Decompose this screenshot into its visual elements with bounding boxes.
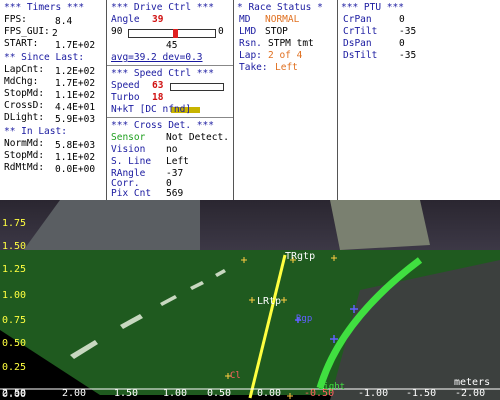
- speed-value: 63: [152, 80, 164, 91]
- vision-label: Vision: [111, 144, 146, 155]
- x-tick-150: 1.50: [114, 388, 139, 399]
- start-label: START:: [4, 38, 39, 49]
- fps-gui-value: 2: [52, 28, 58, 39]
- y-tick-025: 0.25: [2, 362, 27, 373]
- x-tick-000: 0.00: [257, 388, 282, 399]
- timers-panel: *** Timers *** FPS: 8.4 FPS_GUI: 2 START…: [0, 0, 106, 200]
- crossd-label: CrossD:: [4, 100, 45, 111]
- x-tick-050: 0.50: [207, 388, 232, 399]
- crpan-value: 0: [399, 14, 405, 25]
- start-value: 1.7E+02: [55, 40, 96, 51]
- rdmtmd-label: RdMtMd:: [4, 162, 45, 173]
- crossd-value: 4.4E+01: [55, 102, 96, 113]
- since-last-header: ** Since Last:: [4, 52, 85, 63]
- pixcnt-label: Pix Cnt: [111, 188, 152, 199]
- lapcnt-label: LapCnt:: [4, 64, 45, 75]
- stopmd-value: 1.1E+02: [55, 90, 96, 101]
- label-lrtp: LRtp: [257, 296, 282, 307]
- lapcnt-value: 1.2E+02: [55, 66, 96, 77]
- dstilt-value: -35: [399, 50, 417, 61]
- lmd-label: LMD: [239, 26, 257, 37]
- drive-panel: *** Drive Ctrl *** Angle 39 90 0 45 avg=…: [106, 0, 233, 200]
- stopmd2-label: StopMd:: [4, 150, 45, 161]
- nkt-text: N+kT [DC nfnd]: [111, 104, 192, 115]
- crtilt-label: CrTilt: [343, 26, 378, 37]
- x-tick-neg150: -1.50: [406, 388, 437, 399]
- label-rgtp: TRgtp: [285, 251, 316, 262]
- avg-dev-text: avg=39.2 dev=0.3: [111, 52, 203, 63]
- ptu-header: *** PTU ***: [341, 2, 404, 13]
- dspan-label: DsPan: [343, 38, 372, 49]
- crpan-label: CrPan: [343, 14, 372, 25]
- slider-max: 0: [218, 26, 224, 37]
- race-header: * Race Status *: [237, 2, 323, 13]
- mdchg-label: MdChg:: [4, 76, 39, 87]
- race-panel: * Race Status * MD NORMAL LMD STOP Rsn. …: [233, 0, 337, 200]
- y-tick-050: 0.50: [2, 338, 27, 349]
- stopmd-label: StopMd:: [4, 88, 45, 99]
- slider-thumb[interactable]: [173, 29, 178, 38]
- x-tick-250: 2.50: [2, 388, 27, 399]
- label-rgp: Rgp: [296, 314, 313, 324]
- speed-header: *** Speed Ctrl ***: [111, 68, 214, 79]
- normmd-label: NormMd:: [4, 138, 45, 149]
- dlight-label: DLight:: [4, 112, 45, 123]
- md-value: NORMAL: [265, 14, 300, 25]
- lap-label: Lap:: [239, 50, 262, 61]
- rsn-label: Rsn.: [239, 38, 262, 49]
- normmd-value: 5.8E+03: [55, 140, 96, 151]
- x-tick-neg200: -2.00: [455, 388, 486, 399]
- y-tick-075: 0.75: [2, 315, 27, 326]
- fps-gui-label: FPS_GUI:: [4, 26, 50, 37]
- dlight-value: 5.9E+03: [55, 114, 96, 125]
- take-label: Take:: [239, 62, 268, 73]
- ptu-panel: *** PTU *** CrPan 0 CrTilt -35 DsPan 0 D…: [337, 0, 500, 200]
- pixcnt-value: 569: [166, 188, 184, 199]
- vision-value: no: [166, 144, 178, 155]
- mdchg-value: 1.7E+02: [55, 78, 96, 89]
- crtilt-value: -35: [399, 26, 417, 37]
- sline-label: S. Line: [111, 156, 152, 167]
- dstilt-label: DsTilt: [343, 50, 378, 61]
- md-label: MD: [239, 14, 251, 25]
- angle-value: 39: [152, 14, 164, 25]
- background-object: [330, 200, 430, 250]
- y-tick-175: 1.75: [2, 218, 27, 229]
- cross-header: *** Cross Det. ***: [111, 120, 214, 131]
- unit-label: meters: [454, 377, 491, 388]
- y-tick-100: 1.00: [2, 290, 27, 301]
- x-tick-neg100: -1.00: [358, 388, 389, 399]
- fps-value: 8.4: [55, 16, 73, 27]
- turbo-value: 18: [152, 92, 164, 103]
- label-cl: Cl: [230, 371, 241, 381]
- fps-label: FPS:: [4, 14, 27, 25]
- take-value: Left: [275, 62, 298, 73]
- in-last-header: ** In Last:: [4, 126, 67, 137]
- sline-value: Left: [166, 156, 189, 167]
- rsn-value: STPM tmt: [268, 38, 314, 49]
- lap-value: 2 of 4: [268, 50, 303, 61]
- speed-bar: [170, 83, 224, 114]
- sensor-value: Not Detect.: [166, 132, 229, 143]
- camera-overlay: [0, 200, 500, 400]
- turbo-label: Turbo: [111, 92, 140, 103]
- angle-label: Angle: [111, 14, 140, 25]
- y-tick-150: 1.50: [2, 241, 27, 252]
- steering-slider[interactable]: [128, 29, 216, 38]
- slider-min: 90: [111, 26, 123, 37]
- slider-value: 45: [166, 40, 178, 51]
- stopmd2-value: 1.1E+02: [55, 152, 96, 163]
- timers-header: *** Timers ***: [4, 2, 85, 13]
- x-tick-200: 2.00: [62, 388, 87, 399]
- y-tick-125: 1.25: [2, 264, 27, 275]
- x-tick-100: 1.00: [163, 388, 188, 399]
- camera-view: TRgtp LRtp Rgp Light Cl 1.75 1.50 1.25 1…: [0, 200, 500, 400]
- dspan-value: 0: [399, 38, 405, 49]
- lmd-value: STOP: [265, 26, 288, 37]
- speed-label: Speed: [111, 80, 140, 91]
- x-tick-neg050: -0.50: [304, 388, 335, 399]
- rdmtmd-value: 0.0E+00: [55, 164, 96, 175]
- drive-header: *** Drive Ctrl ***: [111, 2, 214, 13]
- sensor-label: Sensor: [111, 132, 146, 143]
